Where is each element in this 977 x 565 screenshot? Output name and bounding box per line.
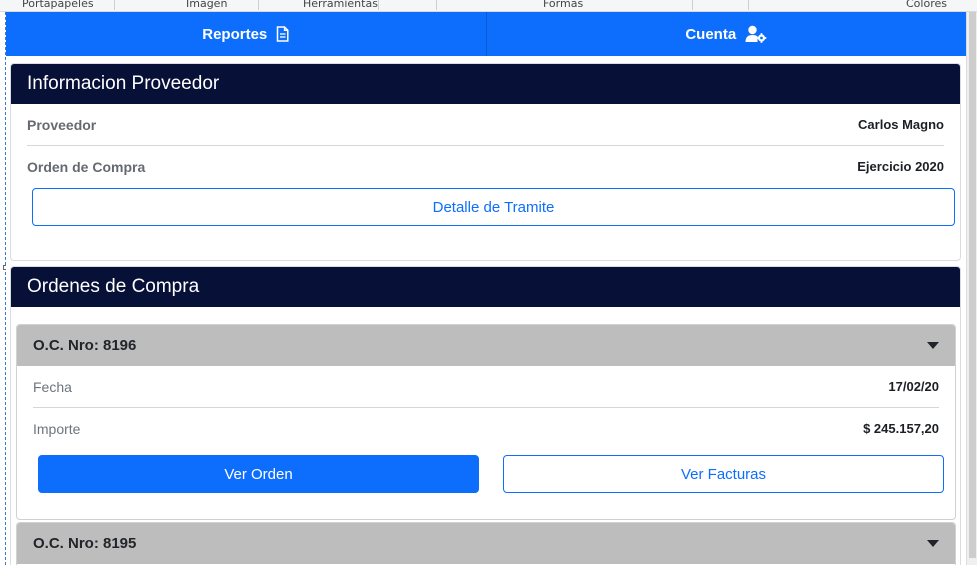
order-label: Fecha	[33, 378, 72, 395]
caret-down-icon[interactable]	[927, 540, 939, 547]
proveedor-card-title: Informacion Proveedor	[11, 64, 960, 104]
ribbon-group-formas: Formas	[543, 0, 584, 10]
app-page: Reportes Cuenta Informacion Proveedor Pr…	[6, 12, 966, 565]
order-row-importe: Importe $ 245.157,20	[33, 408, 939, 449]
order-value: 17/02/20	[888, 379, 939, 394]
order-number: O.C. Nro: 8196	[33, 337, 137, 354]
order-header-8196[interactable]: O.C. Nro: 8196	[17, 325, 955, 366]
ribbon-separator	[114, 0, 115, 10]
ribbon-group-imagen: Imagen	[186, 0, 228, 10]
nav-item-cuenta[interactable]: Cuenta	[485, 12, 967, 56]
ribbon-separator	[692, 0, 693, 10]
order-label: Importe	[33, 420, 81, 437]
top-navbar: Reportes Cuenta	[6, 12, 966, 56]
order-item: O.C. Nro: 8196 Fecha 17/02/20 Importe $ …	[16, 324, 956, 520]
ordenes-card: Ordenes de Compra O.C. Nro: 8196 Fecha 1…	[10, 266, 961, 565]
ribbon-separator	[748, 0, 749, 10]
info-value: Ejercicio 2020	[857, 159, 944, 174]
order-item: O.C. Nro: 8195	[16, 522, 956, 565]
order-actions: Ver Orden Ver Facturas	[17, 449, 955, 493]
ribbon-group-labels: Portapapeles Imagen Herramientas Formas …	[0, 0, 977, 12]
order-value: $ 245.157,20	[863, 421, 939, 436]
nav-item-reportes[interactable]: Reportes	[6, 12, 486, 56]
ver-facturas-button[interactable]: Ver Facturas	[503, 455, 944, 493]
ribbon-separator	[258, 0, 259, 10]
ribbon-group-colores: Colores	[906, 0, 947, 10]
detalle-tramite-button[interactable]: Detalle de Tramite	[32, 188, 955, 226]
info-row-orden-compra: Orden de Compra Ejercicio 2020	[27, 146, 944, 187]
info-label: Orden de Compra	[27, 158, 146, 175]
document-icon	[276, 26, 289, 42]
ribbon-separator	[436, 0, 437, 10]
ribbon-separator	[378, 0, 379, 10]
caret-down-icon[interactable]	[927, 342, 939, 349]
ordenes-card-title: Ordenes de Compra	[11, 267, 960, 307]
ver-orden-button[interactable]: Ver Orden	[38, 455, 479, 493]
scrollbar-thumb[interactable]	[969, 12, 976, 558]
order-number: O.C. Nro: 8195	[33, 535, 137, 552]
order-header-8195[interactable]: O.C. Nro: 8195	[17, 523, 955, 564]
info-label: Proveedor	[27, 116, 97, 133]
ribbon-group-herramientas: Herramientas	[303, 0, 378, 10]
nav-reportes-label: Reportes	[202, 25, 268, 43]
ribbon-group-portapapeles: Portapapeles	[22, 0, 94, 10]
info-row-proveedor: Proveedor Carlos Magno	[27, 104, 944, 145]
vertical-scrollbar[interactable]	[966, 12, 977, 565]
order-row-fecha: Fecha 17/02/20	[33, 366, 939, 407]
user-gear-icon	[745, 25, 767, 43]
proveedor-card: Informacion Proveedor Proveedor Carlos M…	[10, 63, 961, 261]
nav-cuenta-label: Cuenta	[685, 25, 737, 43]
info-value: Carlos Magno	[858, 117, 944, 132]
